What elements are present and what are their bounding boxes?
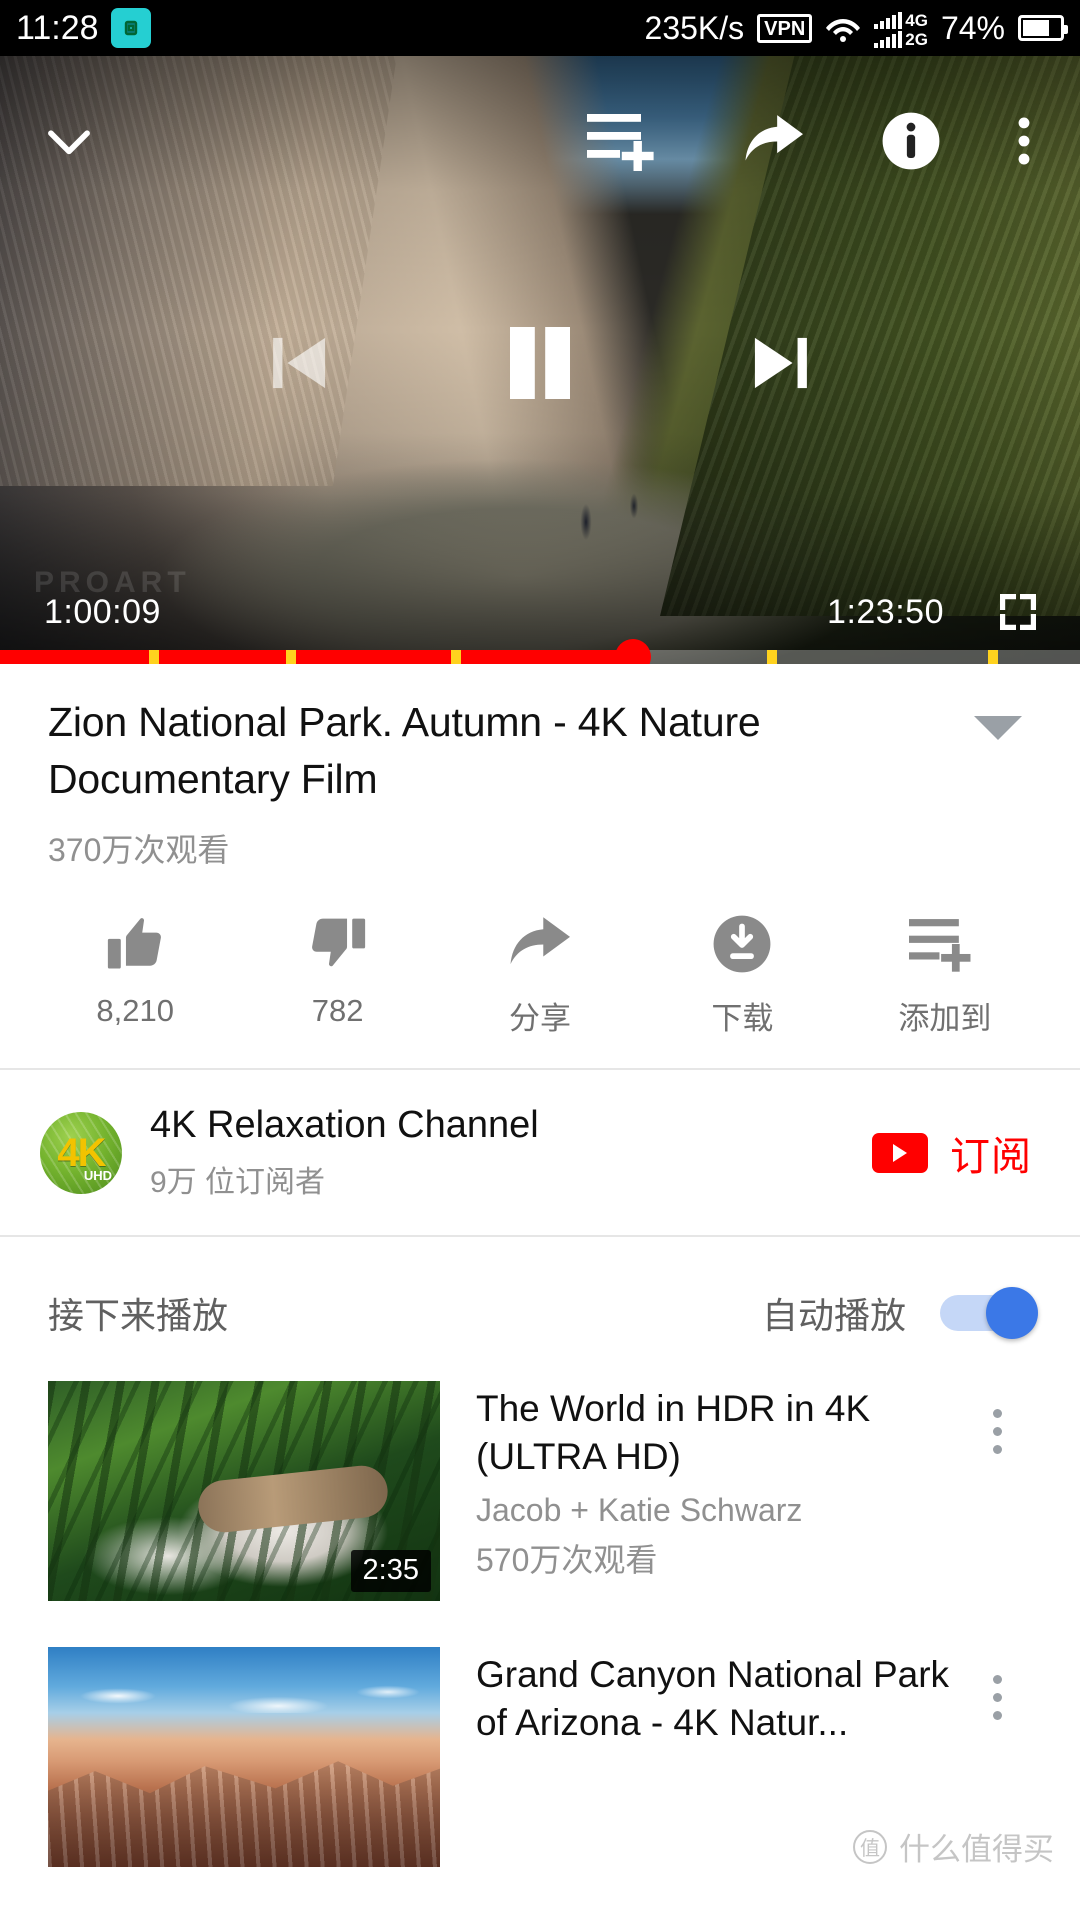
network-type-4g: 4G	[905, 11, 928, 30]
view-count-label: 370万次观看	[48, 832, 230, 869]
up-next-title: 接下来播放	[48, 1295, 229, 1337]
avatar-label: 4K	[57, 1130, 106, 1175]
add-to-queue-icon	[908, 913, 981, 975]
chapter-marker	[988, 650, 999, 664]
info-circle-icon[interactable]	[880, 110, 942, 172]
autoplay-label: 自动播放	[761, 1295, 906, 1337]
grand-canyon-thumbnail[interactable]	[48, 1647, 440, 1868]
share-arrow-icon	[504, 913, 576, 975]
list-item-text: Grand Canyon National Park of Arizona - …	[476, 1647, 962, 1867]
add-to-queue-icon[interactable]	[578, 106, 674, 176]
share-button[interactable]: 分享	[439, 913, 641, 1038]
battery-percent-label: 74%	[940, 9, 1005, 46]
screen-cast-icon	[110, 8, 151, 48]
chapter-marker	[286, 650, 297, 664]
video-meta: Zion National Park. Autumn - 4K Nature D…	[0, 664, 1080, 871]
download-button[interactable]: 下载	[641, 913, 843, 1038]
recommended-video-title[interactable]: Grand Canyon National Park of Arizona - …	[476, 1651, 962, 1746]
list-item-text: The World in HDR in 4K (ULTRA HD) Jacob …	[476, 1381, 962, 1601]
autoplay-control[interactable]: 自动播放	[761, 1287, 1038, 1340]
chapter-marker	[766, 650, 777, 664]
action-row: 8,210 782 分享 下载 添加到	[0, 871, 1080, 1068]
cellular-signal-icon: 4G 2G	[874, 8, 928, 48]
avatar-sublabel: UHD	[83, 1167, 112, 1183]
like-count-label: 8,210	[96, 993, 174, 1029]
video-duration-badge: 2:35	[350, 1550, 431, 1593]
thumbs-down-icon	[305, 913, 371, 975]
recommended-video-views: 570万次观看	[476, 1541, 658, 1578]
chapter-marker	[451, 650, 462, 664]
status-clock: 11:28	[16, 9, 99, 47]
playback-controls	[0, 288, 1080, 438]
toggle-knob	[986, 1287, 1038, 1340]
channel-row[interactable]: 4K UHD 4K Relaxation Channel 9万 位订阅者 订阅	[0, 1070, 1080, 1235]
skip-next-icon[interactable]	[734, 320, 826, 406]
share-arrow-icon[interactable]	[734, 106, 814, 176]
save-to-playlist-button[interactable]: 添加到	[844, 913, 1046, 1038]
dislike-button[interactable]: 782	[236, 913, 438, 1029]
save-label: 添加到	[898, 1001, 992, 1037]
white-tiger-thumbnail[interactable]: 2:35	[48, 1381, 440, 1602]
more-vertical-icon[interactable]	[962, 1381, 1032, 1601]
youtube-play-icon	[872, 1132, 928, 1173]
recommended-video-title[interactable]: The World in HDR in 4K (ULTRA HD)	[476, 1385, 962, 1480]
progress-bar[interactable]	[0, 639, 1080, 664]
dislike-count-label: 782	[311, 993, 364, 1029]
download-icon	[711, 913, 773, 975]
total-time-label: 1:23:50	[827, 592, 944, 631]
network-type-2g: 2G	[905, 30, 928, 49]
subscriber-count: 9万 位订阅者	[150, 1166, 326, 1200]
autoplay-toggle[interactable]	[940, 1287, 1038, 1340]
recommended-video-channel: Jacob + Katie Schwarz	[476, 1491, 803, 1528]
wifi-icon	[825, 13, 861, 43]
avatar[interactable]: 4K UHD	[40, 1111, 122, 1194]
fullscreen-icon[interactable]	[994, 588, 1042, 636]
channel-info: 4K Relaxation Channel 9万 位订阅者	[150, 1104, 539, 1201]
chapter-marker	[149, 650, 160, 664]
more-vertical-icon[interactable]	[962, 1647, 1032, 1867]
network-speed-label: 235K/s	[644, 9, 745, 46]
list-overflow-region: Grand Canyon National Park of Arizona - …	[0, 1647, 1080, 1887]
up-next-header: 接下来播放 自动播放	[0, 1237, 1080, 1381]
pause-icon[interactable]	[486, 315, 594, 411]
player-top-bar	[0, 56, 1080, 226]
chevron-down-triangle-icon[interactable]	[974, 716, 1022, 740]
status-indicators: 235K/s VPN 4G 2G 74%	[644, 8, 1068, 48]
share-label: 分享	[509, 1001, 572, 1037]
more-vertical-icon[interactable]	[994, 106, 1054, 176]
player-bottom-bar: 1:00:09 1:23:50	[0, 588, 1080, 636]
list-item[interactable]: 2:35 The World in HDR in 4K (ULTRA HD) J…	[0, 1381, 1080, 1602]
page-title[interactable]: Zion National Park. Autumn - 4K Nature D…	[48, 694, 908, 807]
video-player[interactable]: PROART 1:00:09 1:23:50	[0, 56, 1080, 664]
list-item[interactable]: Grand Canyon National Park of Arizona - …	[0, 1647, 1080, 1868]
chevron-down-icon[interactable]	[38, 110, 100, 172]
progress-played	[0, 650, 633, 664]
status-bar: 11:28 235K/s VPN 4G 2G 74%	[0, 0, 1080, 56]
subscribe-button[interactable]: 订阅	[872, 1124, 1032, 1182]
battery-icon	[1018, 15, 1068, 41]
download-label: 下载	[711, 1001, 774, 1037]
vpn-icon: VPN	[757, 13, 813, 43]
subscribe-label: 订阅	[950, 1134, 1032, 1179]
thumbs-up-icon	[102, 913, 168, 975]
skip-previous-icon[interactable]	[254, 320, 346, 406]
current-time-label: 1:00:09	[44, 592, 161, 631]
channel-name[interactable]: 4K Relaxation Channel	[150, 1104, 539, 1147]
like-button[interactable]: 8,210	[34, 913, 236, 1029]
